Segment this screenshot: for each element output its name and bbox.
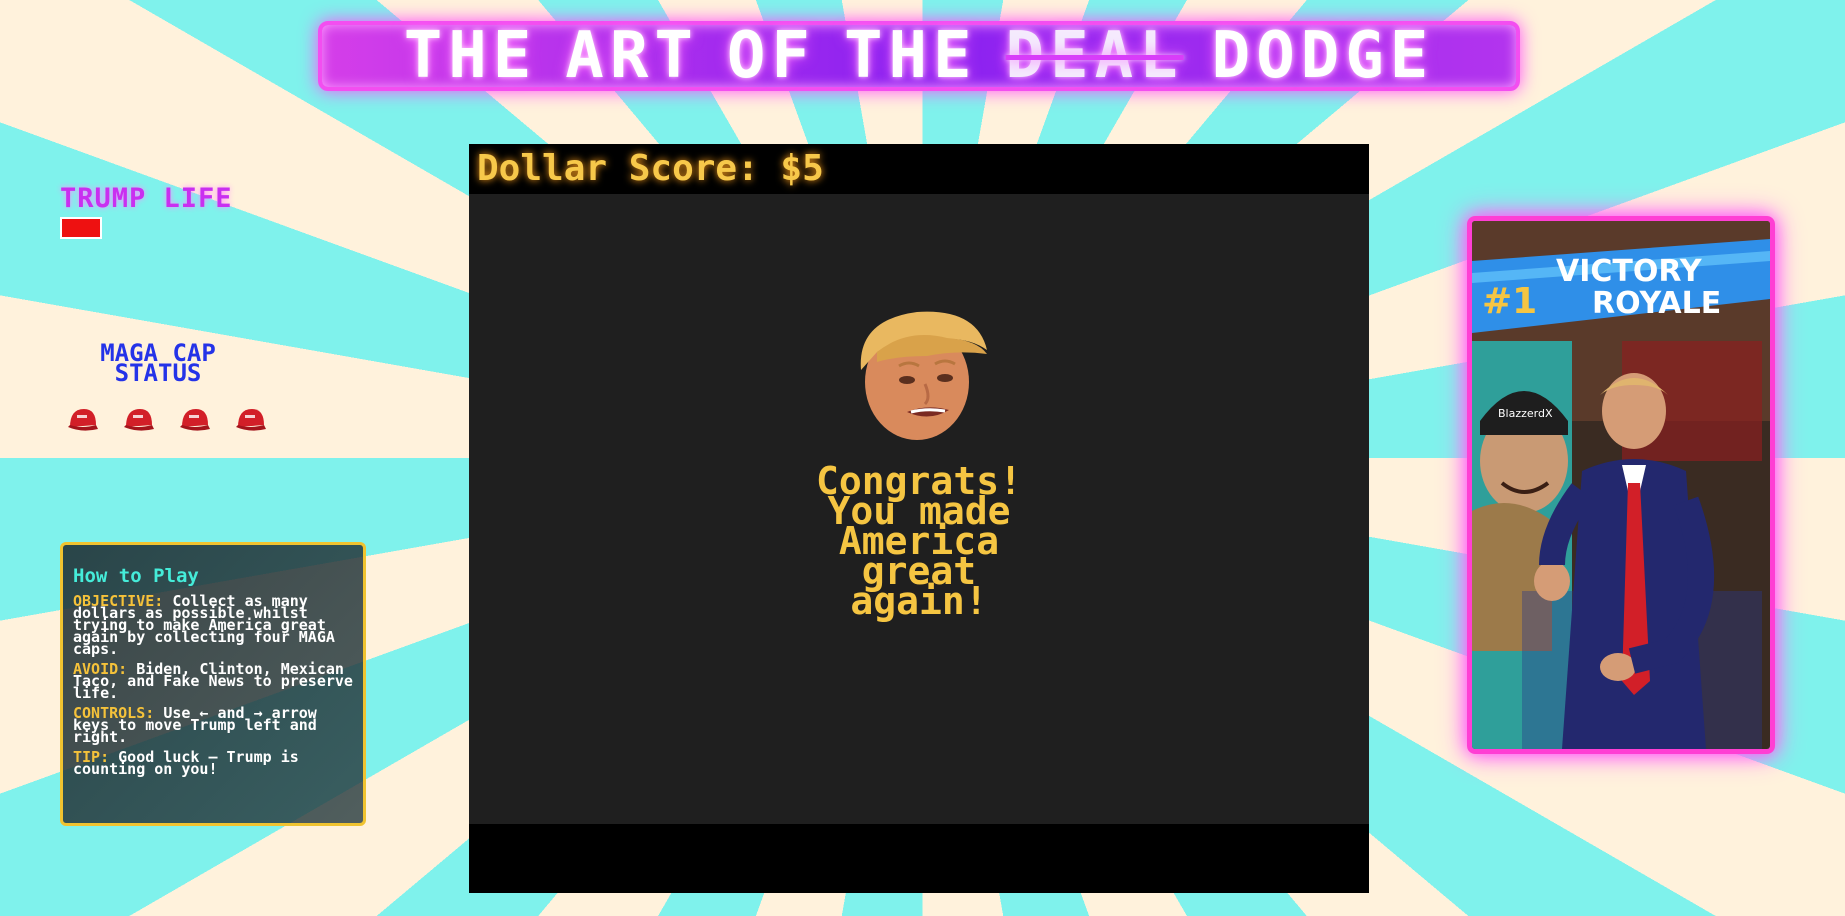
avoid-text: AVOID: Biden, Clinton, Mexican Taco, and… <box>73 662 353 701</box>
maga-cap-status-label: MAGA CAP STATUS <box>100 339 216 387</box>
title-word: DODGE <box>1211 19 1435 93</box>
maga-cap-icon <box>124 409 154 431</box>
trump-head-sprite <box>860 311 987 440</box>
title-word: THE <box>403 19 538 93</box>
title-word: OF <box>726 19 816 93</box>
banner-rank: #1 <box>1482 281 1537 322</box>
hat-text: BlazzerdX <box>1498 407 1553 420</box>
maga-cap-row <box>64 403 268 439</box>
title-struck-word: DEAL <box>1005 19 1184 93</box>
dollar-score: Dollar Score: $5 <box>477 147 824 189</box>
banner-line2: ROYALE <box>1592 286 1721 321</box>
victory-royale-meme: #1 VICTORY ROYALE BlazzerdX <box>1472 221 1770 749</box>
game-canvas[interactable]: Dollar Score: $5 Congrats! You made Amer… <box>469 144 1369 893</box>
trump-life-bar <box>60 217 102 239</box>
maga-cap-icon <box>68 409 98 431</box>
title-word: ART <box>565 19 699 93</box>
tip-text: TIP: Good luck — Trump is counting on yo… <box>73 750 353 777</box>
playfield[interactable]: Congrats! You made America great again! <box>469 194 1369 824</box>
how-to-play-heading: How to Play <box>73 565 199 587</box>
maga-cap-icon <box>236 409 266 431</box>
game-title-banner: THE ART OF THE DEAL DODGE <box>318 19 1520 93</box>
victory-royale-image: #1 VICTORY ROYALE BlazzerdX <box>1467 216 1775 754</box>
controls-text: CONTROLS: Use ← and → arrow keys to move… <box>73 706 353 745</box>
trump-life-label: TRUMP LIFE <box>60 183 233 214</box>
objective-text: OBJECTIVE: Collect as many dollars as po… <box>73 594 353 657</box>
title-word: THE <box>843 19 978 93</box>
how-to-play-panel: How to Play OBJECTIVE: Collect as many d… <box>60 542 366 826</box>
maga-cap-icon <box>180 409 210 431</box>
win-message: Congrats! You made America great again! <box>816 459 1022 623</box>
banner-line1: VICTORY <box>1556 254 1703 289</box>
